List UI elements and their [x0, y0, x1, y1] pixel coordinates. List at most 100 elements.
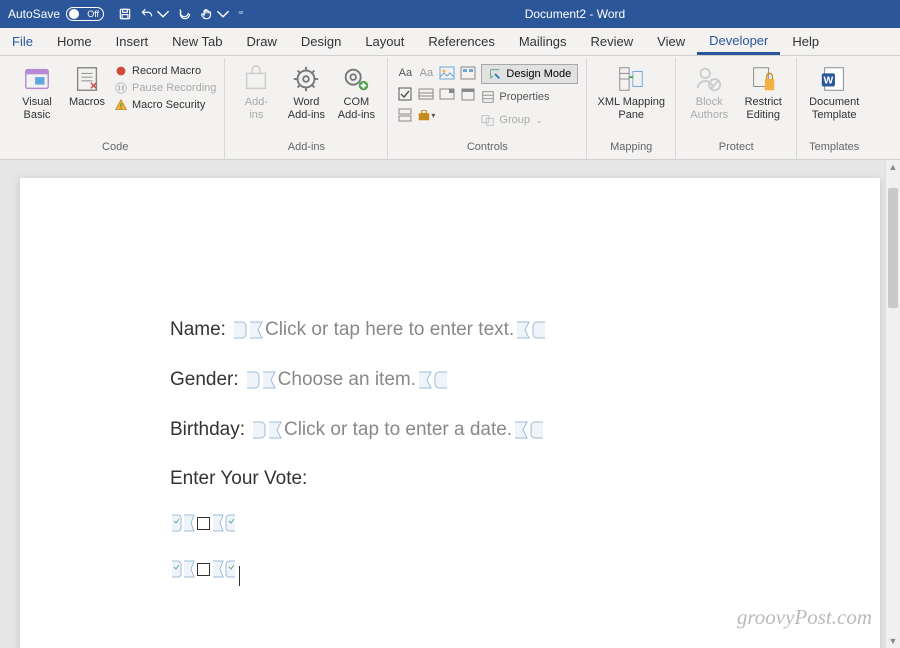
- field-name-row: Name: Click or tap here to enter text.: [170, 318, 820, 342]
- birthday-content-control[interactable]: Click or tap to enter a date.: [251, 418, 545, 442]
- vote-checkbox-control-1[interactable]: [170, 512, 237, 534]
- undo-button[interactable]: [140, 7, 170, 21]
- addins-icon: [241, 64, 271, 94]
- tab-references[interactable]: References: [416, 28, 506, 55]
- tab-home[interactable]: Home: [45, 28, 104, 55]
- tab-draw[interactable]: Draw: [235, 28, 289, 55]
- design-mode-button[interactable]: Design Mode: [481, 64, 578, 84]
- picture-control-button[interactable]: [438, 64, 456, 82]
- scroll-thumb[interactable]: [888, 188, 898, 308]
- birthday-label: Birthday:: [170, 419, 245, 441]
- record-macro-button[interactable]: Record Macro: [114, 64, 216, 78]
- macros-button[interactable]: Macros: [64, 60, 110, 109]
- cc-handle-left-icon: [170, 512, 196, 534]
- save-button[interactable]: [118, 7, 132, 21]
- group-controls: Aa Aa ▾ Design: [388, 58, 587, 159]
- combobox-control-button[interactable]: [417, 85, 435, 103]
- toggle-switch[interactable]: Off: [66, 7, 104, 21]
- birthday-placeholder: Click or tap to enter a date.: [283, 419, 513, 441]
- tab-review[interactable]: Review: [579, 28, 646, 55]
- record-icon: [114, 64, 128, 78]
- rich-text-control-button[interactable]: Aa: [396, 64, 414, 82]
- title-bar: AutoSave Off ⁼ Document2 - Word: [0, 0, 900, 28]
- qat-customize-button[interactable]: ⁼: [238, 8, 244, 21]
- vote-label: Enter Your Vote:: [170, 468, 820, 490]
- field-birthday-row: Birthday: Click or tap to enter a date.: [170, 418, 820, 442]
- vertical-scrollbar[interactable]: ▲ ▼: [885, 160, 900, 648]
- undo-icon: [140, 7, 154, 21]
- group-addins: Add- ins Word Add-ins COM Add-ins Add-in…: [225, 58, 388, 159]
- tab-layout[interactable]: Layout: [353, 28, 416, 55]
- building-block-control-button[interactable]: [459, 64, 477, 82]
- dropdown-control-button[interactable]: [438, 85, 456, 103]
- scroll-up-button[interactable]: ▲: [886, 160, 900, 174]
- tab-developer[interactable]: Developer: [697, 28, 780, 55]
- legacy-tools-button[interactable]: ▾: [417, 106, 435, 124]
- checkbox-icon: [397, 86, 413, 102]
- gear-icon: [291, 64, 321, 94]
- repeating-icon: [397, 107, 413, 123]
- group-button: Group ⌄: [481, 110, 578, 130]
- gallery-icon: [460, 65, 476, 81]
- checkbox-box[interactable]: [197, 517, 210, 530]
- group-protect: Block Authors Restrict Editing Protect: [676, 58, 797, 159]
- vote-checkbox-control-2[interactable]: [170, 558, 237, 580]
- plain-text-control-button[interactable]: Aa: [417, 64, 435, 82]
- touch-mode-button[interactable]: [200, 7, 230, 21]
- macro-security-button[interactable]: Macro Security: [114, 98, 216, 112]
- tab-file[interactable]: File: [0, 28, 45, 55]
- cc-handle-right-icon: [211, 558, 237, 580]
- name-content-control[interactable]: Click or tap here to enter text.: [232, 318, 547, 342]
- properties-icon: [481, 90, 495, 104]
- redo-button[interactable]: [178, 7, 192, 21]
- gender-content-control[interactable]: Choose an item.: [245, 368, 449, 392]
- group-label-mapping: Mapping: [610, 139, 652, 157]
- gender-placeholder: Choose an item.: [277, 369, 417, 391]
- gear-plus-icon: [341, 64, 371, 94]
- date-picker-control-button[interactable]: [459, 85, 477, 103]
- tab-help[interactable]: Help: [780, 28, 831, 55]
- tab-newtab[interactable]: New Tab: [160, 28, 234, 55]
- field-gender-row: Gender: Choose an item.: [170, 368, 820, 392]
- tab-design[interactable]: Design: [289, 28, 353, 55]
- name-label: Name:: [170, 319, 226, 341]
- hand-icon: [200, 7, 214, 21]
- autosave-toggle[interactable]: AutoSave Off: [0, 7, 112, 21]
- macros-icon: [72, 64, 102, 94]
- repeating-section-control-button[interactable]: [396, 106, 414, 124]
- picture-icon: [439, 65, 455, 81]
- document-page[interactable]: Name: Click or tap here to enter text. G…: [20, 178, 880, 648]
- properties-button[interactable]: Properties: [481, 87, 578, 107]
- cc-handle-right-icon: [211, 512, 237, 534]
- cc-handle-left-icon: [232, 318, 264, 342]
- pause-recording-button: Pause Recording: [114, 81, 216, 95]
- tab-insert[interactable]: Insert: [104, 28, 161, 55]
- cc-handle-right-icon: [417, 368, 449, 392]
- ribbon-tabs: File Home Insert New Tab Draw Design Lay…: [0, 28, 900, 56]
- block-authors-button: Block Authors: [684, 60, 734, 121]
- document-template-button[interactable]: W Document Template: [805, 60, 863, 121]
- visual-basic-button[interactable]: Visual Basic: [14, 60, 60, 121]
- group-icon: [481, 113, 495, 127]
- addins-button[interactable]: Add- ins: [233, 60, 279, 121]
- xml-mapping-icon: [616, 64, 646, 94]
- checkbox-box[interactable]: [197, 563, 210, 576]
- gender-label: Gender:: [170, 369, 239, 391]
- checkbox-control-button[interactable]: [396, 85, 414, 103]
- scroll-down-button[interactable]: ▼: [886, 634, 900, 648]
- word-doc-icon: W: [819, 64, 849, 94]
- design-mode-icon: [488, 67, 502, 81]
- restrict-editing-button[interactable]: Restrict Editing: [738, 60, 788, 121]
- cc-handle-left-icon: [251, 418, 283, 442]
- chevron-down-icon: [216, 7, 230, 21]
- cc-handle-left-icon: [245, 368, 277, 392]
- tab-mailings[interactable]: Mailings: [507, 28, 579, 55]
- document-canvas: Name: Click or tap here to enter text. G…: [0, 160, 900, 648]
- watermark: groovyPost.com: [737, 605, 872, 630]
- tab-view[interactable]: View: [645, 28, 697, 55]
- group-label-controls: Controls: [467, 139, 508, 157]
- calendar-icon: [460, 86, 476, 102]
- word-addins-button[interactable]: Word Add-ins: [283, 60, 329, 121]
- com-addins-button[interactable]: COM Add-ins: [333, 60, 379, 121]
- xml-mapping-button[interactable]: XML Mapping Pane: [595, 60, 667, 121]
